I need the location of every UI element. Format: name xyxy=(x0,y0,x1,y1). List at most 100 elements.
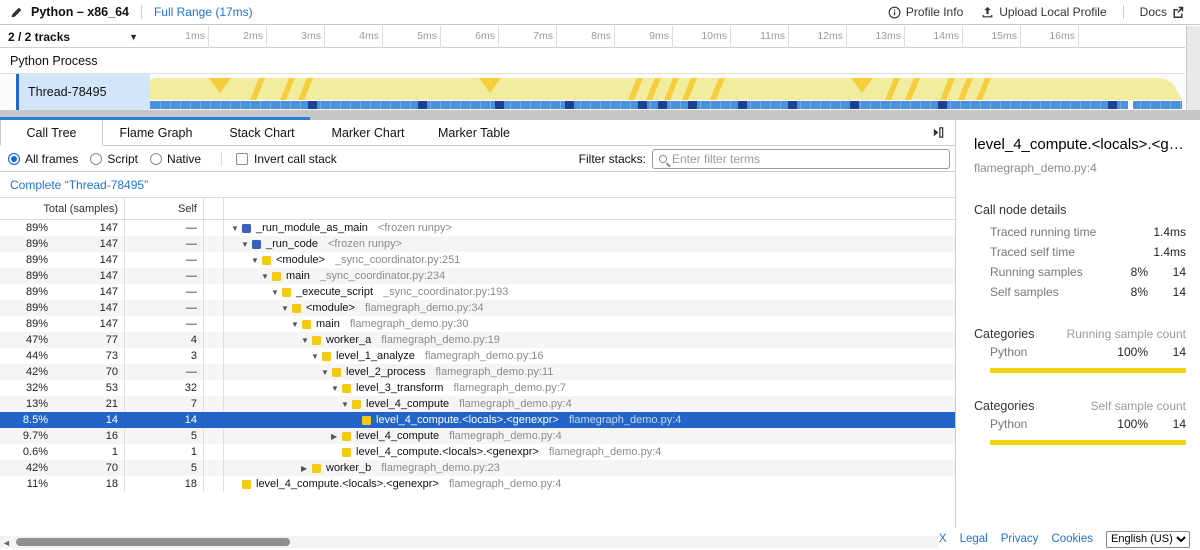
docs-link[interactable]: Docs xyxy=(1134,3,1190,21)
cell-total-samples: 14 xyxy=(48,414,124,426)
sidebar-function-title: level_4_compute.<locals>.<genexpr> xyxy=(974,136,1186,153)
ruler-tick-label: 6ms xyxy=(475,30,495,42)
cell-total-samples: 147 xyxy=(48,238,124,250)
cell-total: 13%21 xyxy=(0,396,125,412)
invert-call-stack-checkbox[interactable]: Invert call stack xyxy=(221,152,337,166)
upload-profile-button[interactable]: Upload Local Profile xyxy=(975,3,1112,21)
table-row[interactable]: 89%147—▼<module>_sync_coordinator.py:251 xyxy=(0,252,955,268)
categories-heading: CategoriesRunning sample count xyxy=(974,327,1186,341)
expand-open-icon[interactable]: ▼ xyxy=(270,288,282,297)
expand-open-icon[interactable]: ▼ xyxy=(310,352,322,361)
expand-open-icon[interactable]: ▼ xyxy=(330,384,342,393)
expand-open-icon[interactable]: ▼ xyxy=(340,400,352,409)
sidebar-toggle-button[interactable] xyxy=(930,120,945,145)
tree-cell: ▼level_2_processflamegraph_demo.py:11 xyxy=(224,364,955,380)
cell-total-samples: 70 xyxy=(48,462,124,474)
ruler-tick: 1ms xyxy=(208,26,209,48)
ruler-tick: 2ms xyxy=(266,26,267,48)
radio-icon xyxy=(90,153,102,165)
call-node-details: Traced running time1.4msTraced self time… xyxy=(974,223,1186,301)
table-row[interactable]: 32%5332▼level_3_transformflamegraph_demo… xyxy=(0,380,955,396)
table-row[interactable]: 89%147—▼main_sync_coordinator.py:234 xyxy=(0,268,955,284)
tab-call-tree[interactable]: Call Tree xyxy=(0,120,103,146)
footer-link-x[interactable]: X xyxy=(939,533,947,545)
table-row[interactable]: 8.5%1414level_4_compute.<locals>.<genexp… xyxy=(0,412,955,428)
footer-link-privacy[interactable]: Privacy xyxy=(1001,533,1039,545)
cell-self: — xyxy=(125,220,204,236)
calltree-hscroll-thumb[interactable] xyxy=(16,538,290,546)
detail-row: Running samples8%14 xyxy=(974,263,1186,281)
expand-open-icon[interactable]: ▼ xyxy=(260,272,272,281)
radio-label: All frames xyxy=(25,152,78,166)
category-square xyxy=(332,368,341,377)
profile-info-button[interactable]: Profile Info xyxy=(882,3,969,21)
table-row[interactable]: 44%733▼level_1_analyzeflamegraph_demo.py… xyxy=(0,348,955,364)
radio-all-frames[interactable]: All frames xyxy=(8,152,78,166)
thread-track-label[interactable]: Thread-78495 xyxy=(19,74,150,110)
table-row[interactable]: 47%774▼worker_aflamegraph_demo.py:19 xyxy=(0,332,955,348)
table-row[interactable]: 42%705▶worker_bflamegraph_demo.py:23 xyxy=(0,460,955,476)
table-row[interactable]: 0.6%11level_4_compute.<locals>.<genexpr>… xyxy=(0,444,955,460)
category-square xyxy=(252,240,261,249)
expand-open-icon[interactable]: ▼ xyxy=(300,336,312,345)
footer-link-legal[interactable]: Legal xyxy=(960,533,988,545)
expand-collapsed-icon[interactable]: ▶ xyxy=(330,432,342,441)
cell-total-percent: 47% xyxy=(0,334,48,346)
ruler-tick-label: 7ms xyxy=(533,30,553,42)
filter-input[interactable] xyxy=(672,152,943,166)
table-row[interactable]: 9.7%165▶level_4_computeflamegraph_demo.p… xyxy=(0,428,955,444)
table-row[interactable]: 89%147—▼<module>flamegraph_demo.py:34 xyxy=(0,300,955,316)
table-row[interactable]: 89%147—▼_run_code<frozen runpy> xyxy=(0,236,955,252)
expand-open-icon[interactable]: ▼ xyxy=(280,304,292,313)
ruler-tick-label: 2ms xyxy=(243,30,263,42)
tab-flame-graph[interactable]: Flame Graph xyxy=(103,120,209,145)
expand-open-icon[interactable]: ▼ xyxy=(320,368,332,377)
cell-total-percent: 8.5% xyxy=(0,414,48,426)
timeline-splitter[interactable] xyxy=(0,110,1200,120)
table-row[interactable]: 42%70—▼level_2_processflamegraph_demo.py… xyxy=(0,364,955,380)
table-row[interactable]: 89%147—▼_execute_script_sync_coordinator… xyxy=(0,284,955,300)
radio-script[interactable]: Script xyxy=(90,152,138,166)
timeline-vertical-scrollbar[interactable] xyxy=(1186,26,1200,118)
expand-open-icon[interactable]: ▼ xyxy=(240,240,252,249)
tracks-dropdown[interactable]: 2 / 2 tracks ▼ xyxy=(0,26,150,48)
radio-native[interactable]: Native xyxy=(150,152,201,166)
filter-stacks-label: Filter stacks: xyxy=(579,152,646,166)
category-square xyxy=(312,336,321,345)
cell-total-percent: 0.6% xyxy=(0,446,48,458)
call-tree-table: 89%147—▼_run_module_as_main<frozen runpy… xyxy=(0,220,955,492)
table-row[interactable]: 11%1818level_4_compute.<locals>.<genexpr… xyxy=(0,476,955,492)
full-range-link[interactable]: Full Range (17ms) xyxy=(154,5,253,19)
function-name: main xyxy=(286,270,310,282)
breadcrumb-complete-thread[interactable]: Complete “Thread-78495” xyxy=(10,178,148,192)
cell-self: 14 xyxy=(125,412,204,428)
expand-open-icon[interactable]: ▼ xyxy=(230,224,242,233)
table-row[interactable]: 89%147—▼mainflamegraph_demo.py:30 xyxy=(0,316,955,332)
category-value: 14 xyxy=(1148,345,1186,359)
footer-link-cookies[interactable]: Cookies xyxy=(1051,533,1093,545)
table-row[interactable]: 13%217▼level_4_computeflamegraph_demo.py… xyxy=(0,396,955,412)
language-select[interactable]: English (US) xyxy=(1106,531,1190,548)
cell-total-percent: 89% xyxy=(0,318,48,330)
process-track-header[interactable]: Python Process xyxy=(0,48,1185,74)
tab-marker-chart[interactable]: Marker Chart xyxy=(315,120,421,145)
scroll-left-arrow-icon[interactable]: ◄ xyxy=(2,538,11,548)
tab-stack-chart[interactable]: Stack Chart xyxy=(209,120,315,145)
cell-total-percent: 44% xyxy=(0,350,48,362)
expand-collapsed-icon[interactable]: ▶ xyxy=(300,464,312,473)
cell-self: 5 xyxy=(125,460,204,476)
calltree-hscrollbar[interactable]: ◄ xyxy=(0,536,940,548)
cell-spacer xyxy=(204,236,224,252)
cell-spacer xyxy=(204,268,224,284)
category-row: Python100%14 xyxy=(974,415,1186,433)
tree-cell: ▼<module>flamegraph_demo.py:34 xyxy=(224,300,955,316)
cell-self: — xyxy=(125,252,204,268)
pencil-icon[interactable] xyxy=(10,6,23,19)
thread-activity-graph[interactable] xyxy=(150,74,1185,110)
expand-open-icon[interactable]: ▼ xyxy=(290,320,302,329)
tab-marker-table[interactable]: Marker Table xyxy=(421,120,527,145)
expand-open-icon[interactable]: ▼ xyxy=(250,256,262,265)
cell-total: 42%70 xyxy=(0,364,125,380)
table-row[interactable]: 89%147—▼_run_module_as_main<frozen runpy… xyxy=(0,220,955,236)
filter-input-box[interactable] xyxy=(652,149,950,169)
